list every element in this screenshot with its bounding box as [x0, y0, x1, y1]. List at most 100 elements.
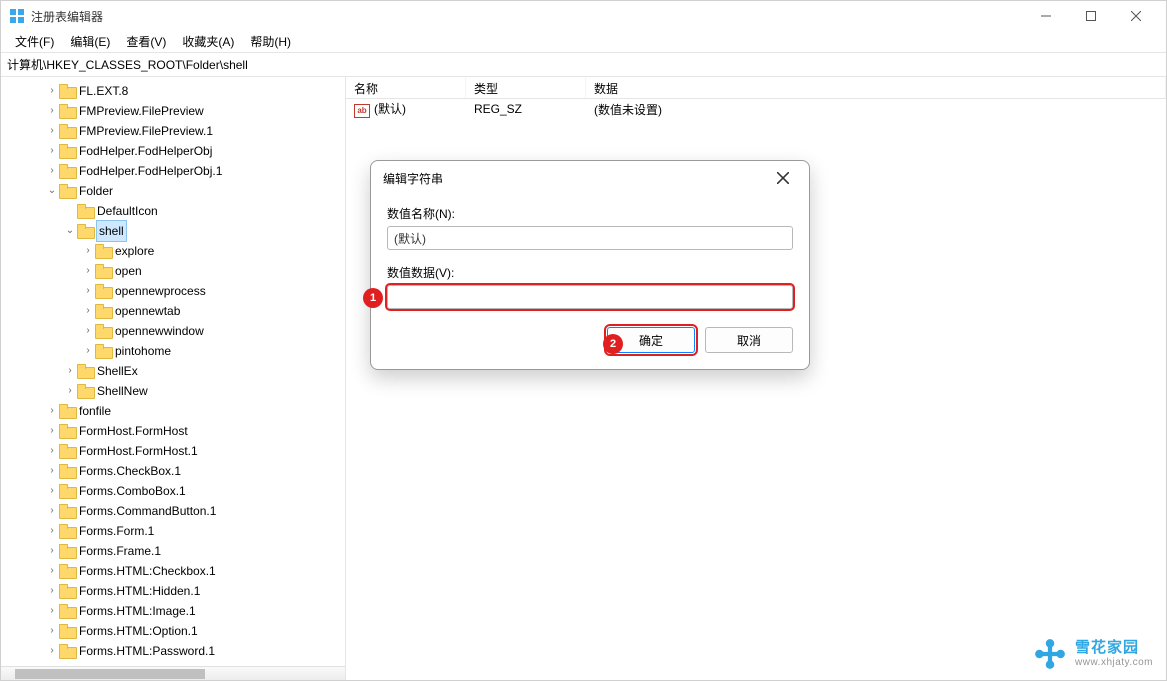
- chevron-down-icon[interactable]: ⌄: [63, 221, 77, 241]
- folder-icon: [77, 364, 93, 378]
- chevron-right-icon[interactable]: ›: [81, 321, 95, 341]
- tree-item[interactable]: › FormHost.FormHost: [1, 421, 345, 441]
- folder-icon: [59, 644, 75, 658]
- tree-item[interactable]: ›Forms.CheckBox.1: [1, 461, 345, 481]
- tree-item-label: DefaultIcon: [97, 201, 158, 221]
- chevron-right-icon[interactable]: ›: [45, 81, 59, 101]
- chevron-right-icon[interactable]: ›: [45, 501, 59, 521]
- tree-item-label: Forms.Frame.1: [79, 541, 161, 561]
- tree-item[interactable]: ›Forms.HTML:Checkbox.1: [1, 561, 345, 581]
- value-name-cell: ab(默认): [346, 100, 466, 118]
- folder-icon: [59, 544, 75, 558]
- menu-view[interactable]: 查看(V): [118, 31, 174, 52]
- minimize-button[interactable]: [1023, 1, 1068, 31]
- tree-item[interactable]: ›FodHelper.FodHelperObj: [1, 141, 345, 161]
- chevron-right-icon[interactable]: ›: [81, 261, 95, 281]
- tree-item[interactable]: ›Forms.HTML:Image.1: [1, 601, 345, 621]
- chevron-right-icon[interactable]: ›: [45, 601, 59, 621]
- tree-item[interactable]: ›open: [1, 261, 345, 281]
- folder-icon: [59, 444, 75, 458]
- tree-pane[interactable]: ›FL.EXT.8›FMPreview.FilePreview›FMPrevie…: [1, 77, 346, 680]
- tree-item[interactable]: ›opennewprocess: [1, 281, 345, 301]
- folder-icon: [59, 604, 75, 618]
- tree-item[interactable]: ›ShellEx: [1, 361, 345, 381]
- tree-item[interactable]: ›pintohome: [1, 341, 345, 361]
- folder-icon: [59, 404, 75, 418]
- chevron-right-icon[interactable]: ›: [81, 241, 95, 261]
- tree-item-label: FormHost.FormHost: [79, 421, 188, 441]
- dialog-close-button[interactable]: [769, 164, 797, 192]
- tree-item[interactable]: ⌄Folder: [1, 181, 345, 201]
- chevron-right-icon[interactable]: ›: [45, 161, 59, 181]
- value-type-cell: REG_SZ: [466, 102, 586, 116]
- close-button[interactable]: [1113, 1, 1158, 31]
- tree-item[interactable]: ›Forms.ComboBox.1: [1, 481, 345, 501]
- value-name-field[interactable]: [387, 226, 793, 250]
- tree-item[interactable]: › opennewtab: [1, 301, 345, 321]
- chevron-right-icon[interactable]: ›: [45, 121, 59, 141]
- chevron-right-icon[interactable]: ›: [45, 101, 59, 121]
- menu-file[interactable]: 文件(F): [7, 31, 62, 52]
- chevron-down-icon[interactable]: ⌄: [45, 181, 59, 201]
- chevron-right-icon[interactable]: ›: [45, 421, 59, 441]
- cancel-button[interactable]: 取消: [705, 327, 793, 353]
- tree-item[interactable]: ⌄shell: [1, 221, 345, 241]
- value-data-field[interactable]: [387, 285, 793, 309]
- chevron-right-icon[interactable]: ›: [45, 401, 59, 421]
- tree-item[interactable]: › FormHost.FormHost.1: [1, 441, 345, 461]
- window-controls: [1023, 1, 1158, 31]
- folder-icon: [59, 124, 75, 138]
- horizontal-scrollbar[interactable]: [1, 666, 345, 680]
- dialog-titlebar: 编辑字符串: [371, 161, 809, 195]
- tree-item-label: FMPreview.FilePreview.1: [79, 121, 213, 141]
- chevron-right-icon[interactable]: ›: [63, 361, 77, 381]
- col-type[interactable]: 类型: [466, 77, 586, 98]
- chevron-right-icon[interactable]: ›: [81, 301, 95, 321]
- address-text: 计算机\HKEY_CLASSES_ROOT\Folder\shell: [7, 56, 248, 73]
- value-name: (默认): [374, 102, 406, 116]
- chevron-right-icon[interactable]: ›: [45, 641, 59, 661]
- tree-item[interactable]: ›Forms.HTML:Hidden.1: [1, 581, 345, 601]
- maximize-button[interactable]: [1068, 1, 1113, 31]
- tree-item[interactable]: DefaultIcon: [1, 201, 345, 221]
- tree-item[interactable]: ›Forms.HTML:Option.1: [1, 621, 345, 641]
- chevron-right-icon[interactable]: ›: [45, 621, 59, 641]
- address-bar[interactable]: 计算机\HKEY_CLASSES_ROOT\Folder\shell: [1, 53, 1166, 77]
- tree-item[interactable]: › FMPreview.FilePreview.1: [1, 121, 345, 141]
- chevron-right-icon[interactable]: ›: [63, 381, 77, 401]
- tree-item[interactable]: ›FodHelper.FodHelperObj.1: [1, 161, 345, 181]
- tree-item[interactable]: ›Forms.HTML:Password.1: [1, 641, 345, 661]
- chevron-right-icon[interactable]: ›: [45, 541, 59, 561]
- folder-icon: [59, 584, 75, 598]
- menu-help[interactable]: 帮助(H): [242, 31, 299, 52]
- menu-favorites[interactable]: 收藏夹(A): [174, 31, 242, 52]
- tree-item-label: FormHost.FormHost.1: [79, 441, 198, 461]
- window-title: 注册表编辑器: [31, 8, 1023, 25]
- tree-item[interactable]: ›Forms.CommandButton.1: [1, 501, 345, 521]
- tree-item[interactable]: ›Forms.Form.1: [1, 521, 345, 541]
- tree-item-label: FMPreview.FilePreview: [79, 101, 204, 121]
- col-data[interactable]: 数据: [586, 77, 1166, 98]
- chevron-right-icon[interactable]: ›: [45, 441, 59, 461]
- chevron-right-icon[interactable]: ›: [45, 481, 59, 501]
- list-row[interactable]: ab(默认) REG_SZ (数值未设置): [346, 99, 1166, 119]
- chevron-right-icon[interactable]: ›: [45, 581, 59, 601]
- col-name[interactable]: 名称: [346, 77, 466, 98]
- chevron-right-icon[interactable]: ›: [45, 461, 59, 481]
- chevron-right-icon[interactable]: ›: [81, 281, 95, 301]
- watermark-text-en: www.xhjaty.com: [1075, 657, 1153, 668]
- tree-item[interactable]: ›explore: [1, 241, 345, 261]
- tree-item[interactable]: ›FL.EXT.8: [1, 81, 345, 101]
- chevron-right-icon[interactable]: ›: [45, 141, 59, 161]
- chevron-right-icon[interactable]: ›: [81, 341, 95, 361]
- chevron-right-icon[interactable]: ›: [45, 561, 59, 581]
- tree-item[interactable]: ›fonfile: [1, 401, 345, 421]
- tree-item[interactable]: ›ShellNew: [1, 381, 345, 401]
- menu-edit[interactable]: 编辑(E): [62, 31, 118, 52]
- chevron-right-icon[interactable]: ›: [45, 521, 59, 541]
- tree-item[interactable]: › FMPreview.FilePreview: [1, 101, 345, 121]
- tree-item-label: opennewtab: [115, 301, 180, 321]
- value-data-cell: (数值未设置): [586, 101, 1166, 118]
- tree-item[interactable]: ›opennewwindow: [1, 321, 345, 341]
- tree-item[interactable]: › Forms.Frame.1: [1, 541, 345, 561]
